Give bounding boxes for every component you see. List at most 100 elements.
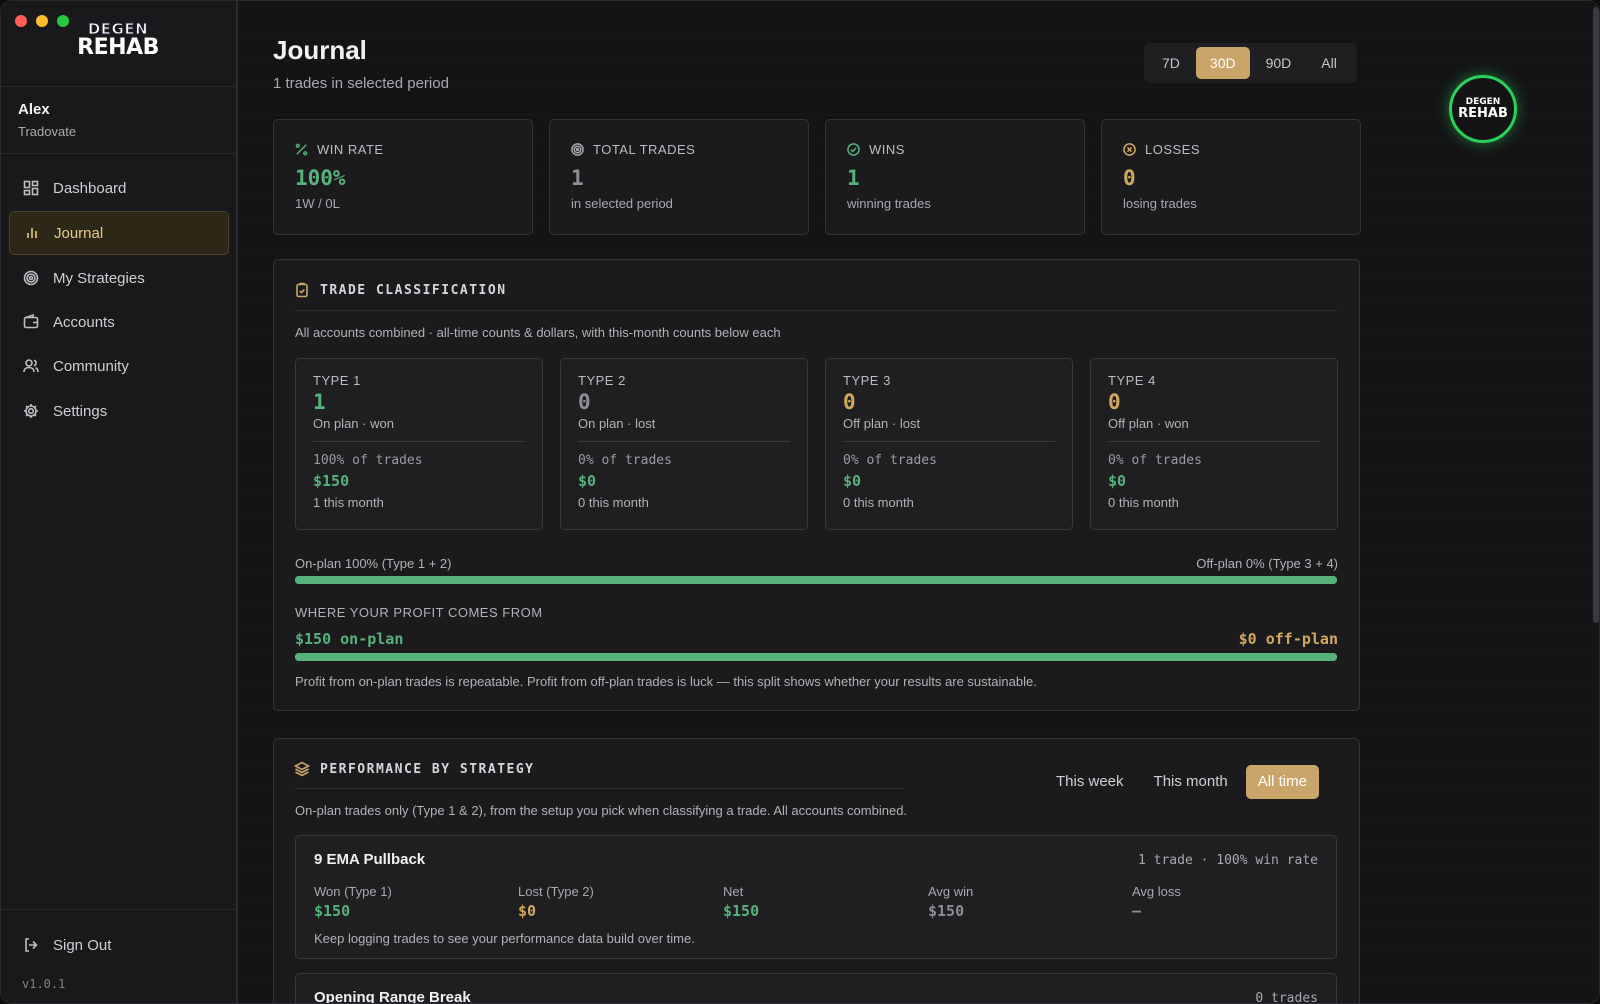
- user-name: Alex: [18, 101, 50, 118]
- nav-label: Accounts: [53, 313, 115, 331]
- minimize-window-button[interactable]: [36, 15, 48, 27]
- divider: [1108, 441, 1320, 442]
- type-card-3: TYPE 3 0 Off plan · lost 0% of trades $0…: [825, 358, 1073, 530]
- strategy-range-tabs: This week This month All time: [1038, 765, 1319, 799]
- divider: [1, 153, 236, 154]
- user-broker: Tradovate: [18, 124, 77, 139]
- strategy-meta: 0 trades: [1255, 991, 1318, 1004]
- dashboard-icon: [23, 180, 39, 196]
- period-tab-30d[interactable]: 30D: [1195, 47, 1250, 79]
- x-circle-icon: [1123, 143, 1136, 156]
- period-tab-all[interactable]: All: [1307, 47, 1351, 79]
- period-tabs: 7D 30D 90D All: [1144, 43, 1357, 83]
- range-tab-this-week[interactable]: This week: [1044, 765, 1136, 799]
- range-tab-all-time[interactable]: All time: [1245, 765, 1319, 799]
- stat-label: WINS: [869, 142, 905, 157]
- strategy-note: Keep logging trades to see your performa…: [314, 931, 695, 946]
- panel-description: On-plan trades only (Type 1 & 2), from t…: [295, 803, 908, 818]
- stat-label: LOSSES: [1145, 142, 1201, 157]
- stat-avg-win: Avg win $150: [928, 884, 974, 920]
- strategy-name: Opening Range Break: [314, 989, 471, 1004]
- stat-card-win-rate: WIN RATE 100% 1W / 0L: [273, 119, 533, 235]
- onplan-label: On-plan 100% (Type 1 + 2): [295, 556, 452, 571]
- app-logo: DEGEN REHAB: [77, 20, 159, 60]
- panel-title: PERFORMANCE BY STRATEGY: [294, 761, 535, 777]
- panel-title: TRADE CLASSIFICATION: [294, 282, 507, 298]
- type-count: 0: [1108, 390, 1121, 414]
- stat-sub: losing trades: [1123, 196, 1197, 211]
- type-dollars: $150: [313, 472, 350, 490]
- type-card-1: TYPE 1 1 On plan · won 100% of trades $1…: [295, 358, 543, 530]
- stat-card-wins: WINS 1 winning trades: [825, 119, 1085, 235]
- stat-won: Won (Type 1) $150: [314, 884, 392, 920]
- performance-panel: PERFORMANCE BY STRATEGY This week This m…: [273, 738, 1360, 1004]
- target-icon: [23, 270, 39, 286]
- panel-description: All accounts combined · all-time counts …: [295, 325, 781, 340]
- profit-note: Profit from on-plan trades is repeatable…: [295, 674, 1037, 689]
- offplan-label: Off-plan 0% (Type 3 + 4): [1196, 556, 1338, 571]
- app-version: v1.0.1: [22, 977, 66, 991]
- nav-label: Journal: [54, 224, 104, 242]
- stat-lost: Lost (Type 2) $0: [518, 884, 594, 920]
- wallet-icon: [23, 314, 39, 329]
- page-title: Journal: [273, 35, 367, 65]
- divider: [1, 909, 236, 910]
- divider: [295, 788, 903, 789]
- nav-item-journal[interactable]: Journal: [9, 211, 229, 255]
- stat-net: Net $150: [723, 884, 760, 920]
- nav-item-accounts[interactable]: Accounts: [9, 300, 229, 344]
- strategy-card-9-ema-pullback[interactable]: 9 EMA Pullback 1 trade · 100% win rate W…: [295, 835, 1337, 959]
- nav-label: My Strategies: [53, 269, 145, 287]
- profit-bar-track: [295, 653, 1337, 661]
- bar-chart-icon: [27, 228, 37, 238]
- type-count: 1: [313, 390, 326, 414]
- type-card-4: TYPE 4 0 Off plan · won 0% of trades $0 …: [1090, 358, 1338, 530]
- clipboard-check-icon: [296, 282, 308, 298]
- divider: [295, 310, 1337, 311]
- profit-bar-fill: [295, 653, 1337, 661]
- stat-value: 100%: [295, 166, 346, 190]
- sidebar: DEGEN REHAB Alex Tradovate Dashboard Jou…: [1, 1, 238, 1003]
- profile-avatar[interactable]: DEGEN REHAB: [1449, 75, 1517, 143]
- stat-value: 1: [847, 166, 860, 190]
- type-card-2: TYPE 2 0 On plan · lost 0% of trades $0 …: [560, 358, 808, 530]
- period-tab-90d[interactable]: 90D: [1252, 47, 1306, 79]
- nav-item-dashboard[interactable]: Dashboard: [9, 166, 229, 210]
- type-count: 0: [843, 390, 856, 414]
- onplan-bar-track: [295, 576, 1337, 584]
- layers-icon: [294, 761, 310, 777]
- profit-offplan: $0 off-plan: [1238, 630, 1338, 648]
- target-icon: [571, 143, 584, 156]
- sign-out-button[interactable]: Sign Out: [9, 925, 229, 965]
- stat-sub: winning trades: [847, 196, 931, 211]
- close-window-button[interactable]: [15, 15, 27, 27]
- nav-item-strategies[interactable]: My Strategies: [9, 256, 229, 300]
- nav-label: Dashboard: [53, 179, 127, 197]
- nav-item-community[interactable]: Community: [9, 344, 229, 388]
- profit-heading: WHERE YOUR PROFIT COMES FROM: [295, 605, 543, 620]
- page-subtitle: 1 trades in selected period: [273, 75, 449, 92]
- maximize-window-button[interactable]: [57, 15, 69, 27]
- nav-item-settings[interactable]: Settings: [9, 389, 229, 433]
- gear-icon: [24, 404, 38, 418]
- stat-label: TOTAL TRADES: [593, 142, 696, 157]
- strategy-meta: 1 trade · 100% win rate: [1137, 853, 1318, 868]
- divider: [313, 441, 525, 442]
- type-dollars: $0: [578, 472, 597, 490]
- divider: [843, 441, 1055, 442]
- nav-label: Settings: [53, 402, 108, 420]
- stat-card-losses: LOSSES 0 losing trades: [1101, 119, 1361, 235]
- strategy-card-opening-range-break[interactable]: Opening Range Break 0 trades: [295, 973, 1337, 1004]
- period-tab-7d[interactable]: 7D: [1148, 47, 1194, 79]
- percent-icon: [295, 143, 308, 156]
- stat-card-total-trades: TOTAL TRADES 1 in selected period: [549, 119, 809, 235]
- range-tab-this-month[interactable]: This month: [1142, 765, 1240, 799]
- divider: [1, 86, 236, 87]
- nav-label: Community: [53, 357, 129, 375]
- divider: [578, 441, 790, 442]
- type-dollars: $0: [843, 472, 862, 490]
- scrollbar[interactable]: [1593, 7, 1599, 623]
- logout-icon: [25, 938, 38, 952]
- type-dollars: $0: [1108, 472, 1127, 490]
- main-content: Journal 1 trades in selected period 7D 3…: [240, 1, 1599, 1004]
